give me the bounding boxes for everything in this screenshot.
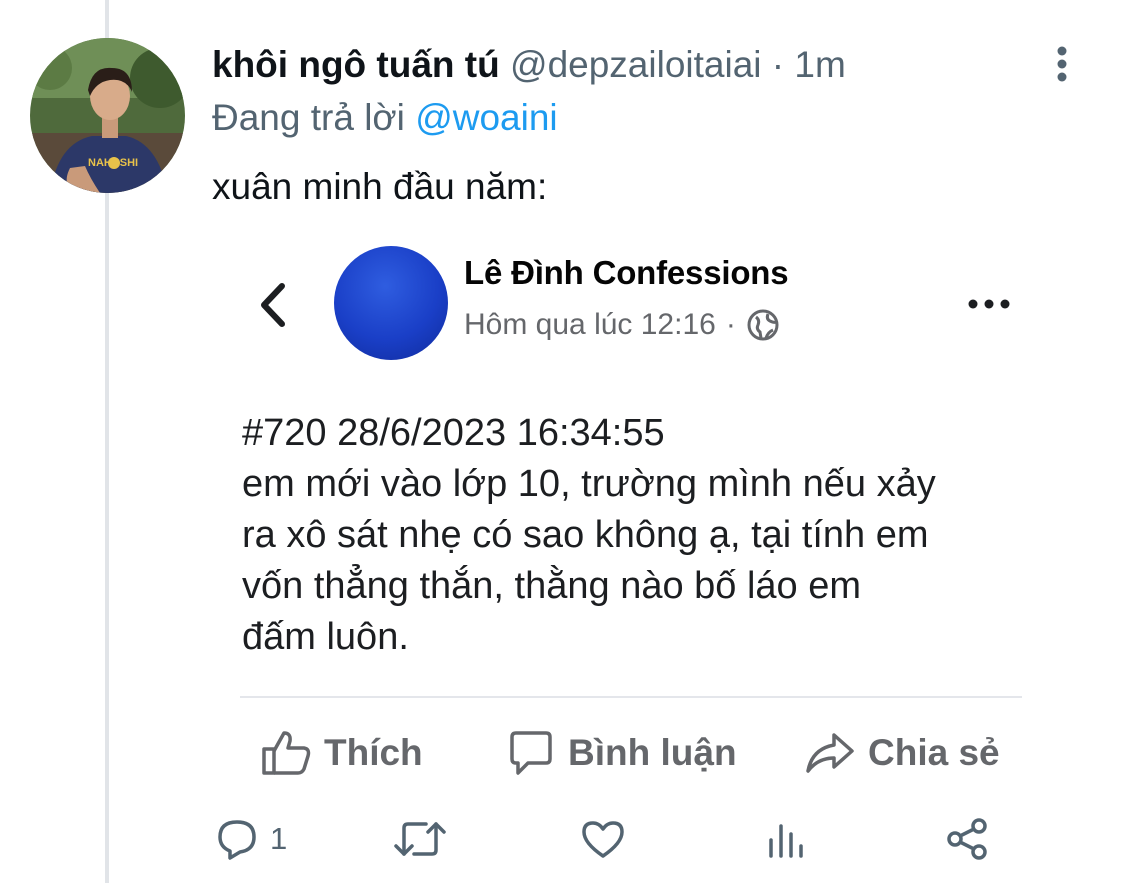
reply-prefix: Đang trả lời: [212, 97, 405, 138]
display-name[interactable]: khôi ngô tuấn tú: [212, 44, 500, 85]
post-line: đấm luôn.: [242, 616, 409, 658]
time-separator: ·: [771, 44, 785, 85]
divider: [240, 696, 1022, 698]
post-line: em mới vào lớp 10, trường mình nếu xảy: [242, 463, 936, 505]
post-time-row: Hôm qua lúc 12:16 ·: [464, 308, 780, 342]
tweet-time[interactable]: 1m: [794, 44, 845, 85]
heart-icon: [582, 821, 624, 858]
more-vertical-icon[interactable]: [1046, 42, 1078, 86]
post-line: ra xô sát nhẹ có sao không ạ, tại tính e…: [242, 514, 929, 556]
post-line: #720 28/6/2023 16:34:55: [242, 412, 665, 454]
share-arrow-icon: [806, 733, 854, 773]
analytics-icon: [769, 824, 803, 858]
user-avatar[interactable]: NAHASHI: [30, 38, 185, 193]
share-button[interactable]: [944, 813, 990, 865]
analytics-button[interactable]: [764, 813, 810, 865]
replying-to: Đang trả lời @woaini: [212, 92, 558, 144]
tweet-text: xuân minh đầu năm:: [212, 166, 548, 207]
fb-like-label: Thích: [324, 732, 423, 773]
reply-icon: [218, 820, 256, 860]
like-button[interactable]: [580, 813, 626, 865]
reply-mention-link[interactable]: @woaini: [415, 97, 557, 138]
comment-icon: [510, 731, 552, 775]
embedded-image[interactable]: Lê Đình Confessions Hôm qua lúc 12:16 · …: [212, 222, 1072, 800]
avatar-photo: NAHASHI: [30, 38, 185, 193]
post-body: #720 28/6/2023 16:34:55 em mới vào lớp 1…: [242, 408, 1042, 663]
page-avatar: [334, 246, 448, 360]
reply-count: 1: [270, 821, 288, 856]
post-line: vốn thẳng thắn, thằng nào bố láo em: [242, 565, 862, 607]
fb-like-action: Thích: [260, 727, 423, 779]
page-name: Lê Đình Confessions: [464, 254, 789, 291]
fb-comment-action: Bình luận: [506, 727, 737, 779]
thumbs-up-icon: [262, 731, 311, 775]
retweet-icon: [394, 822, 446, 856]
back-arrow-icon: [256, 280, 290, 330]
retweet-button[interactable]: [392, 813, 448, 865]
globe-icon: [747, 309, 779, 341]
post-time-separator: ·: [725, 308, 736, 341]
reply-button[interactable]: 1: [214, 813, 287, 865]
post-time: Hôm qua lúc 12:16: [464, 308, 716, 341]
tweet-header: khôi ngô tuấn tú @depzailoitaiai · 1m: [212, 38, 846, 92]
fb-comment-label: Bình luận: [568, 732, 737, 773]
fb-share-action: Chia sẻ: [804, 727, 1000, 779]
more-horizontal-icon: [966, 294, 1012, 314]
user-handle[interactable]: @depzailoitaiai: [510, 44, 761, 85]
fb-share-label: Chia sẻ: [868, 732, 1000, 773]
share-icon: [947, 818, 987, 860]
